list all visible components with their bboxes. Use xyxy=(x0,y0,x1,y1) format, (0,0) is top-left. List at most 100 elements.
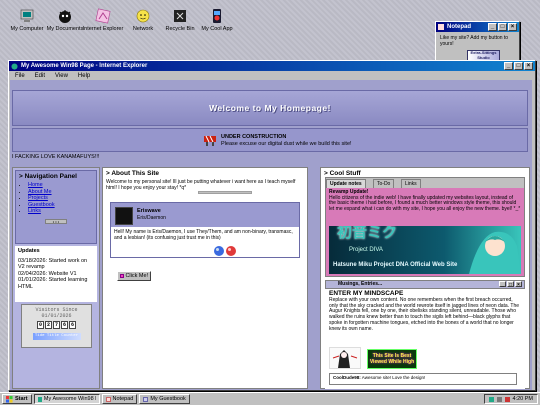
desktop-icon-label: My Computer xyxy=(10,26,44,32)
profile-name: Eriswave xyxy=(137,208,161,214)
page-viewport[interactable]: Welcome to My Homepage! UNDER CONSTRUCTI… xyxy=(10,80,532,390)
nav-link-links[interactable]: Links xyxy=(28,208,41,214)
mindscape-image xyxy=(329,347,361,369)
musings-content: ENTER MY MINDSCAPE Replace with your own… xyxy=(325,289,525,389)
close-button[interactable]: × xyxy=(508,23,517,31)
tray-app-icon[interactable] xyxy=(504,396,510,402)
click-me-button[interactable]: Click Me! xyxy=(117,271,151,281)
taskbar-item-guestbook[interactable]: My Guestbook xyxy=(139,394,190,404)
guestbook-entry: CoolDude98: Awesome site! Love the desig… xyxy=(329,373,517,385)
visitor-counter: Visitors Since 01/01/2026 0 2 7 6 6 Tide… xyxy=(21,304,92,348)
guest-text: Awesome site! Love the design! xyxy=(361,375,426,380)
miku-banner[interactable]: 初音ミク Project DIVA Hatsune Miku Project D… xyxy=(329,226,521,274)
miku-subtitle: Project DIVA xyxy=(349,247,383,253)
mindscape-text: Replace with your own content. No one re… xyxy=(329,296,520,332)
cool-stuff-panel: > Cool Stuff Update notes To-Do Links Re… xyxy=(320,167,530,389)
tab-update-notes[interactable]: Update notes xyxy=(326,179,366,188)
minimize-button[interactable]: _ xyxy=(499,281,506,288)
tab-links[interactable]: Links xyxy=(401,179,421,188)
desktop-icon-my-cool-app[interactable]: My Cool App xyxy=(192,8,242,32)
heart-icon xyxy=(119,273,124,278)
network-icon xyxy=(136,9,150,23)
avatar xyxy=(115,207,133,225)
profile-card: Eriswave Eris/Daemon Hell! My name is Er… xyxy=(110,202,300,258)
page-banner: Welcome to My Homepage! xyxy=(12,90,528,126)
gem-icons xyxy=(214,246,236,256)
minimize-button[interactable]: _ xyxy=(488,23,497,31)
visitor-digits: 0 2 7 6 6 xyxy=(22,321,91,329)
tab-todo[interactable]: To-Do xyxy=(373,179,395,188)
best-viewed-badge: This Site Is Best Viewed While High xyxy=(367,349,417,369)
counter-digit: 7 xyxy=(53,321,60,329)
desktop-icon-label: Network xyxy=(132,26,154,32)
desktop-icon-label: Recycle Bin xyxy=(165,26,195,32)
update-item: 03/18/2026: Started work on V2 revamp xyxy=(18,257,88,271)
nav-title: > Navigation Panel xyxy=(19,173,77,180)
menu-help[interactable]: Help xyxy=(78,73,90,79)
desktop: My Computer My Documents Internet Explor… xyxy=(0,0,540,405)
maximize-button[interactable]: □ xyxy=(514,62,523,70)
counter-digit: 2 xyxy=(45,321,52,329)
tray-volume-icon[interactable] xyxy=(496,396,502,402)
notepad-titlebar[interactable]: Notepad _ □ × xyxy=(436,22,519,32)
notepad-icon xyxy=(105,396,111,402)
maximize-button[interactable]: □ xyxy=(507,281,514,288)
about-intro: Welcome to my personal site! Ill just be… xyxy=(106,179,296,191)
nav-link-guestbook[interactable]: Guestbook xyxy=(28,202,55,208)
about-panel: > About This Site Welcome to my personal… xyxy=(102,167,308,389)
taskbar-item-notepad[interactable]: Notepad xyxy=(101,394,138,404)
marquee-text: I FACKING LOVE KANAMAFUYS!!! xyxy=(12,154,100,160)
ie-icon xyxy=(37,396,42,402)
counter-digit: 6 xyxy=(61,321,68,329)
close-button[interactable]: × xyxy=(524,62,533,70)
construction-box: UNDER CONSTRUCTION Please excuse our dig… xyxy=(12,128,528,152)
character-icon xyxy=(332,350,358,368)
construction-subtitle: Please excuse our digital dust while we … xyxy=(221,141,352,147)
ie-icon xyxy=(95,8,111,24)
nav-scroll-thumb[interactable]: • • • xyxy=(45,218,67,224)
system-tray: 4:20 PM xyxy=(483,394,538,404)
documents-icon xyxy=(59,10,71,23)
miku-logo: 初音ミク xyxy=(337,226,398,241)
about-title: > About This Site xyxy=(106,170,160,177)
maximize-button[interactable]: □ xyxy=(498,23,507,31)
musings-header: Musings, Entries... _ □ × xyxy=(325,280,525,289)
recycle-bin-icon xyxy=(174,10,186,22)
clock: 4:20 PM xyxy=(512,396,533,402)
guest-name: CoolDude98: xyxy=(333,375,361,380)
update-notes-content: Revamp Update! Hello citizens of the ind… xyxy=(326,188,524,276)
desktop-icon-label: My Cool App xyxy=(201,26,233,32)
notepad-icon xyxy=(438,24,444,30)
browser-title: My Awesome Win98 Page - Internet Explore… xyxy=(21,63,148,69)
minimize-button[interactable]: _ xyxy=(504,62,513,70)
notepad-title: Notepad xyxy=(447,24,471,30)
visitor-footer: Tide Title Counter xyxy=(32,333,81,340)
menu-file[interactable]: File xyxy=(15,73,25,79)
visitor-date: 01/01/2026 xyxy=(41,313,72,319)
navigation-panel: > Navigation Panel Home About Me Project… xyxy=(12,167,100,389)
browser-titlebar[interactable]: My Awesome Win98 Page - Internet Explore… xyxy=(9,61,535,71)
menu-edit[interactable]: Edit xyxy=(35,73,45,79)
nav-link-about[interactable]: About Me xyxy=(28,189,52,195)
miku-caption: Hatsune Miku Project DNA Official Web Si… xyxy=(333,262,458,268)
tray-network-icon[interactable] xyxy=(488,396,494,402)
miku-illustration xyxy=(469,231,521,274)
start-button[interactable]: Start xyxy=(2,394,32,404)
nav-link-projects[interactable]: Projects xyxy=(28,195,48,201)
counter-digit: 6 xyxy=(69,321,76,329)
guestbook-icon xyxy=(143,396,149,402)
nav-list: Home About Me Projects Guestbook Links xyxy=(28,182,96,215)
profile-text: Hell! My name is Eris/Daemon, I use They… xyxy=(111,227,299,257)
notepad-window: Notepad _ □ × Like my site? Add my button … xyxy=(435,21,520,64)
construction-title: UNDER CONSTRUCTION xyxy=(221,134,287,140)
updates-title: Updates xyxy=(18,248,40,254)
update-text: Hello citizens of the indie web! I have … xyxy=(329,194,521,212)
close-button[interactable]: × xyxy=(515,281,522,288)
ie-icon xyxy=(11,62,18,70)
construction-icon xyxy=(204,135,216,146)
nav-link-home[interactable]: Home xyxy=(28,182,43,188)
taskbar-item-browser[interactable]: My Awesome Win98 P... xyxy=(33,394,100,404)
computer-icon xyxy=(20,9,34,22)
updates-box: Updates 03/18/2026: Started work on V2 r… xyxy=(15,246,97,302)
menu-view[interactable]: View xyxy=(55,73,68,79)
